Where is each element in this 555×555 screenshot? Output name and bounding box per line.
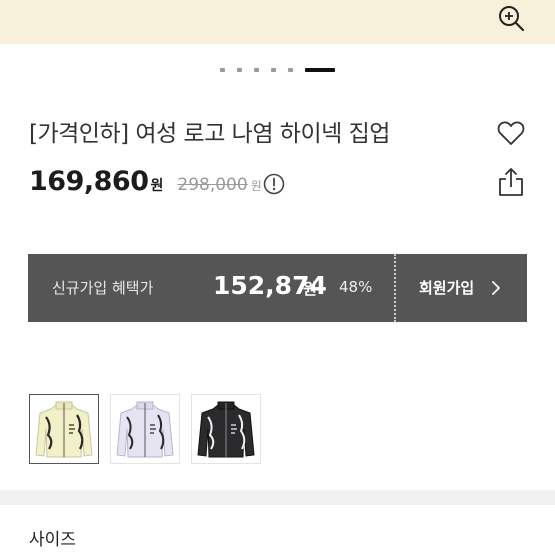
- benefit-price-unit: 원: [303, 280, 317, 298]
- pager-dot[interactable]: [237, 68, 242, 72]
- original-price: 298,000: [177, 175, 248, 195]
- zoom-button[interactable]: [492, 0, 530, 38]
- pager-dot-active[interactable]: [305, 68, 335, 72]
- share-icon[interactable]: [496, 166, 526, 198]
- product-title: [가격인하] 여성 로고 나염 하이넥 집업: [29, 121, 390, 147]
- benefit-label: 신규가입 혜택가: [52, 279, 154, 297]
- image-pager: [0, 62, 555, 78]
- pager-dot[interactable]: [288, 68, 293, 72]
- jacket-thumbnail-black: [197, 401, 255, 458]
- color-thumbnail-lavender[interactable]: [110, 394, 180, 464]
- signup-label: 회원가입: [419, 279, 475, 297]
- member-benefit-banner: 신규가입 혜택가 152,874 원 48% 회원가입: [28, 254, 527, 322]
- discount-rate: 48%: [339, 278, 373, 296]
- pager-dot[interactable]: [220, 68, 225, 72]
- pager-dot[interactable]: [254, 68, 259, 72]
- size-option-label: 사이즈: [29, 530, 76, 550]
- section-divider: [0, 490, 555, 505]
- exclamation-icon[interactable]: [263, 173, 285, 195]
- jacket-thumbnail-yellow: [35, 401, 93, 458]
- color-thumbnail-black[interactable]: [191, 394, 261, 464]
- zoom-in-icon: [499, 6, 525, 32]
- jacket-thumbnail-lavender: [116, 401, 174, 458]
- sale-price: 169,860: [29, 166, 149, 197]
- product-image-area[interactable]: [0, 0, 555, 44]
- pager-dot[interactable]: [271, 68, 276, 72]
- price-row: 169,860 원 298,000 원: [29, 166, 262, 198]
- color-thumbnail-yellow[interactable]: [29, 394, 99, 464]
- signup-button[interactable]: 회원가입: [396, 254, 527, 322]
- sale-price-unit: 원: [150, 178, 164, 194]
- original-price-unit: 원: [250, 179, 262, 193]
- heart-icon[interactable]: [496, 118, 526, 148]
- chevron-right-icon: [492, 281, 500, 295]
